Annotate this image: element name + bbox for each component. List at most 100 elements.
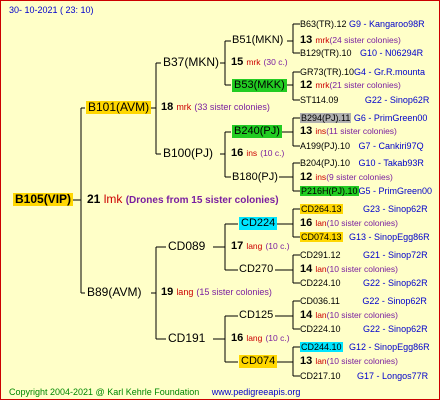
gen1-queen-2: B89(AVM) [87,285,142,299]
gen4-row-10: CD074.13 G13 - SinopEgg86R [300,231,430,244]
gen3-info-6: 14 lan(10 sister colonies) [300,263,398,276]
gen3-note-8: (10 sister colonies) [326,356,398,366]
gen4-queen-5: B294(PJ).11 [300,113,352,123]
gen3-info-4: 12 ins(9 sister colonies) [300,171,393,184]
gen4-queen-16: CD217.10 [300,371,341,381]
gen3-info-7: 14 lan(10 sister colonies) [300,309,398,322]
gen3-info-1: 13 mrk(24 sister colonies) [300,34,401,47]
gen3-year-3: 13 [300,125,313,137]
gen2-year-3: 17 [231,240,244,252]
gen3-year-5: 16 [300,217,313,229]
gen4-tag-4: G22 - Sinop62R [364,95,430,105]
gen4-row-2: B129(TR).10 G10 - N06294R [300,47,423,60]
gen4-queen-1: B63(TR).12 [300,19,347,29]
gen1-note-2: (15 sister colonies) [196,287,272,297]
gen4-queen-2: B129(TR).10 [300,48,352,58]
gen3-queen-7: CD125 [239,309,274,321]
gen3-info-2: 12 mrk(21 sister colonies) [300,79,401,92]
gen1-info-2: 19 lang (15 sister colonies) [161,286,272,299]
gen2-mark-1: mrk [246,57,261,67]
gen4-row-11: CD291.12 G21 - Sinop72R [300,249,428,262]
gen4-queen-11: CD291.12 [300,250,341,260]
gen3-info-3: 13 ins(11 sister colonies) [300,125,397,138]
gen2-note-3: (10 c.) [265,241,290,251]
gen3-year-6: 14 [300,263,313,275]
gen4-tag-14: G22 - Sinop62R [363,324,428,334]
gen4-row-13: CD036.11 G22 - Sinop62R [300,295,427,308]
gen4-queen-3: GR73(TR).10 [300,67,355,77]
gen1-note-1: (33 sister colonies) [194,102,270,112]
gen4-tag-2: G10 - N06294R [360,48,424,58]
gen4-tag-12: G22 - Sinop62R [363,278,428,288]
gen3-note-3: (11 sister colonies) [326,126,397,136]
gen4-queen-15: CD244.10 [300,342,343,352]
gen3-info-5: 16 lan(10 sister colonies) [300,217,398,230]
gen1-year-2: 19 [161,286,174,298]
gen4-tag-5: G6 - PrimGreen00 [353,113,428,123]
gen3-mark-1: mrk [315,35,330,45]
root-year: 21 [87,192,101,206]
gen4-queen-10: CD074.13 [300,232,343,242]
gen2-mark-3: lang [246,241,263,251]
gen4-tag-16: G17 - Longos77R [357,371,429,381]
gen4-tag-1: G9 - Kangaroo98R [349,19,425,29]
gen4-row-5: B294(PJ).11 G6 - PrimGreen00 [300,112,427,125]
gen4-row-3: GR73(TR).10G4 - Gr.R.mounta [300,66,425,79]
gen3-mark-3: ins [315,126,327,136]
gen2-note-2: (10 c.) [260,148,285,158]
gen1-year-1: 18 [161,101,174,113]
gen3-mark-7: lan [315,310,327,320]
gen2-queen-2: B100(PJ) [163,146,214,160]
gen2-info-2: 16 ins (10 c.) [231,147,284,160]
gen4-tag-9: G23 - Sinop62R [363,204,428,214]
gen4-tag-3: G4 - Gr.R.mounta [354,67,426,77]
gen3-queen-8: CD074 [239,355,278,368]
gen2-note-1: (30 c.) [263,57,288,67]
gen4-tag-7: G10 - Takab93R [358,158,424,168]
footer: Copyright 2004-2021 @ Karl Kehrle Founda… [9,386,300,399]
gen1-info-1: 18 mrk (33 sister colonies) [161,101,270,114]
gen1-mark-1: mrk [176,102,192,112]
gen3-year-2: 12 [300,79,313,91]
gen4-row-1: B63(TR).12 G9 - Kangaroo98R [300,18,425,31]
root-note: (Drones from 15 sister colonies) [125,195,279,206]
gen3-queen-1: B51(MKN) [232,34,284,46]
gen4-row-7: B204(PJ).10 G10 - Takab93R [300,157,424,170]
gen3-queen-4: B180(PJ) [232,171,278,183]
gen3-queen-6: CD270 [239,263,274,275]
gen2-queen-1: B37(MKN) [163,55,220,69]
gen3-note-5: (10 sister colonies) [326,218,398,228]
gen3-year-8: 13 [300,355,313,367]
gen2-info-3: 17 lang (10 c.) [231,240,290,253]
gen4-queen-7: B204(PJ).10 [300,158,351,168]
gen2-mark-4: lang [246,333,263,343]
gen1-mark-2: lang [176,287,194,297]
gen3-queen-2: B53(MKK) [232,79,287,92]
gen4-queen-6: A199(PJ).10 [300,141,351,151]
gen4-row-15: CD244.10 G12 - SinopEgg86R [300,341,430,354]
pedigree-frame: 30- 10-2021 ( 23: 10) B105(VIP) 21 lmk (… [0,0,440,400]
gen4-tag-11: G21 - Sinop72R [363,250,428,260]
gen2-year-4: 16 [231,332,244,344]
gen4-tag-10: G13 - SinopEgg86R [349,232,430,242]
gen3-queen-3: B240(PJ) [232,125,282,138]
root-mark: lmk [103,192,123,206]
gen2-note-4: (10 c.) [265,333,290,343]
gen4-row-9: CD264.13 G23 - Sinop62R [300,203,428,216]
gen4-queen-4: ST114.09 [300,95,339,105]
header-date: 30- 10-2021 ( 23: 10) [9,5,94,15]
footer-copyright: Copyright 2004-2021 @ Karl Kehrle Founda… [9,387,200,397]
gen4-queen-9: CD264.13 [300,204,343,214]
gen2-mark-2: ins [246,148,258,158]
gen4-tag-6: G7 - Cankiri97Q [358,141,424,151]
gen3-note-6: (10 sister colonies) [326,264,398,274]
footer-url[interactable]: www.pedigreeapis.org [212,387,301,397]
gen4-row-4: ST114.09 G22 - Sinop62R [300,94,429,107]
gen4-queen-12: CD224.10 [300,278,341,288]
root-queen: B105(VIP) [13,192,74,206]
gen3-note-7: (10 sister colonies) [326,310,398,320]
gen3-year-1: 13 [300,34,313,46]
gen3-note-4: (9 sister colonies) [326,172,393,182]
gen3-note-1: (24 sister colonies) [329,35,401,45]
gen3-mark-4: ins [315,172,327,182]
